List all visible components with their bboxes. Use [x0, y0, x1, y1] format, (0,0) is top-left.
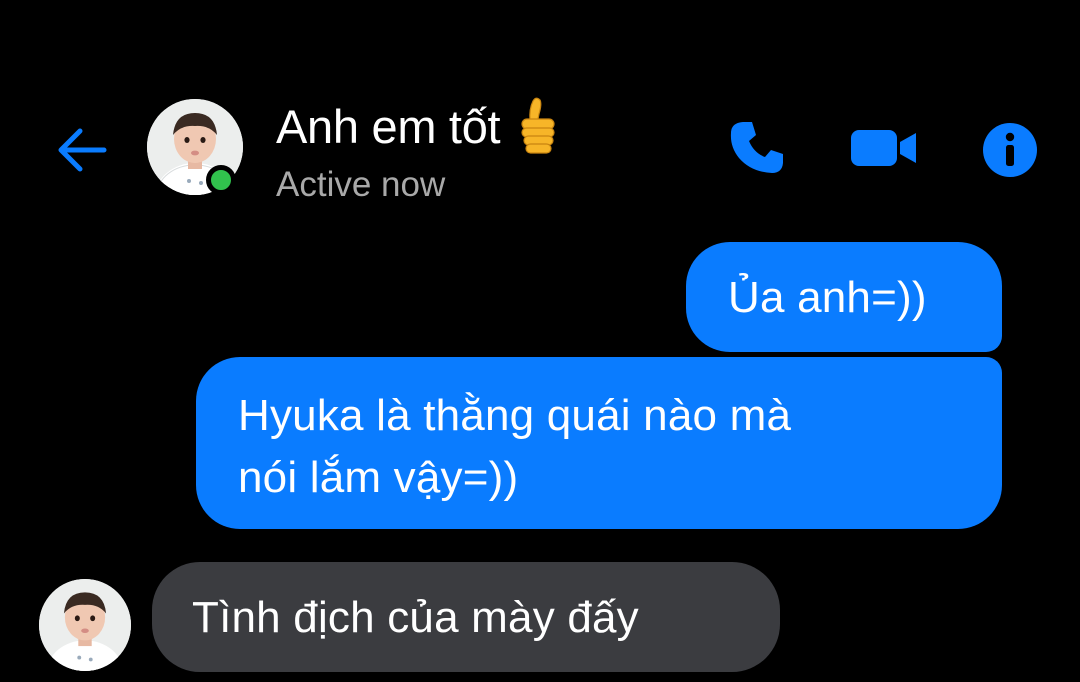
- conversation-name: Anh em tốt: [276, 99, 501, 153]
- message-text: Ủa anh=)): [728, 273, 927, 322]
- conversation-info-button[interactable]: [978, 118, 1042, 182]
- message-text: Tình địch của mày đấy: [192, 593, 639, 642]
- message-text-line: Hyuka là thằng quái nào mà: [238, 391, 792, 440]
- voice-call-button[interactable]: [722, 113, 792, 183]
- back-button[interactable]: [52, 120, 112, 180]
- online-indicator: [206, 165, 236, 195]
- incoming-message[interactable]: Tình địch của mày đấy: [152, 562, 780, 672]
- video-call-button[interactable]: [846, 118, 922, 178]
- outgoing-message[interactable]: Ủa anh=)): [686, 242, 1002, 352]
- phone-icon: [730, 122, 783, 173]
- sender-avatar[interactable]: [39, 579, 131, 671]
- back-arrow-icon: [58, 128, 107, 172]
- active-status: Active now: [276, 165, 446, 204]
- info-icon: [983, 123, 1037, 177]
- chat-screen: Anh em tốt Active now Ủa anh=)) Hyuka là…: [0, 0, 1080, 682]
- outgoing-message[interactable]: Hyuka là thằng quái nào mà nói lắm vậy=)…: [196, 357, 1002, 529]
- conversation-title[interactable]: Anh em tốt: [276, 96, 560, 156]
- video-camera-icon: [851, 130, 916, 166]
- thumbs-up-emoji-icon: [516, 97, 560, 155]
- message-text-line: nói lắm vậy=)): [238, 453, 519, 502]
